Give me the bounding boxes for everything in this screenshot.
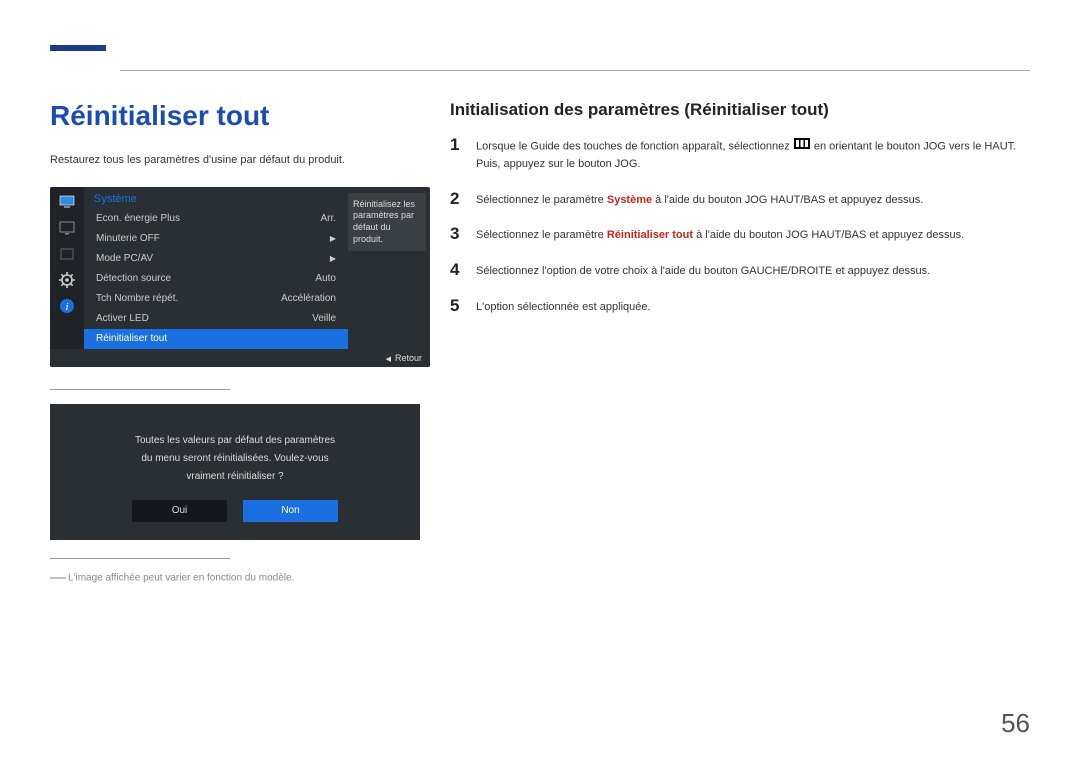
osd-footer: ◀ Retour xyxy=(50,349,430,367)
step-text: L'option sélectionnée est appliquée. xyxy=(476,297,651,317)
step-text-fragment: Sélectionnez le paramètre xyxy=(476,194,607,206)
page-top-rule xyxy=(120,70,1030,71)
osd-row: Minuterie OFF ▶ xyxy=(84,229,348,249)
highlight-systeme: Système xyxy=(607,194,652,206)
dialog-yes-button: Oui xyxy=(132,500,227,522)
osd-menu-screenshot: i Système Econ. énergie Plus Arr. Minuter… xyxy=(50,187,430,367)
step-number: 3 xyxy=(450,225,464,245)
section-divider xyxy=(50,558,230,559)
step-text-fragment: à l'aide du bouton JOG HAUT/BAS et appuy… xyxy=(652,194,923,206)
monitor-icon xyxy=(58,193,76,211)
tv-icon xyxy=(58,219,76,237)
right-column: Initialisation des paramètres (Réinitial… xyxy=(450,100,1030,587)
osd-row-label: Activer LED xyxy=(96,313,149,324)
info-icon: i xyxy=(58,297,76,315)
footnote-text: L'image affichée peut varier en fonction… xyxy=(68,572,294,583)
triangle-left-icon: ◀ xyxy=(386,356,391,363)
osd-row-selected: Réinitialiser tout xyxy=(84,329,348,349)
svg-text:i: i xyxy=(65,301,68,313)
step-text-fragment: Sélectionnez le paramètre xyxy=(476,229,607,241)
section-subtitle: Initialisation des paramètres (Réinitial… xyxy=(450,100,1030,120)
step-5: 5 L'option sélectionnée est appliquée. xyxy=(450,297,1030,317)
step-number: 2 xyxy=(450,190,464,210)
osd-row-label: Tch Nombre répét. xyxy=(96,293,178,304)
step-text-fragment: Lorsque le Guide des touches de fonction… xyxy=(476,141,793,153)
osd-row: Tch Nombre répét. Accélération xyxy=(84,289,348,309)
footnote: ―L'image affichée peut varier en fonctio… xyxy=(50,569,430,587)
step-number: 4 xyxy=(450,261,464,281)
chevron-right-icon: ▶ xyxy=(330,254,336,263)
steps-list: 1 Lorsque le Guide des touches de foncti… xyxy=(450,136,1030,316)
step-text: Sélectionnez l'option de votre choix à l… xyxy=(476,261,930,281)
blank-icon xyxy=(58,245,76,263)
osd-row: Détection source Auto xyxy=(84,269,348,289)
confirmation-dialog-screenshot: Toutes les valeurs par défaut des paramè… xyxy=(50,404,420,540)
osd-menu-header: Système xyxy=(84,187,348,209)
step-1: 1 Lorsque le Guide des touches de foncti… xyxy=(450,136,1030,174)
step-number: 5 xyxy=(450,297,464,317)
osd-row-label: Réinitialiser tout xyxy=(96,333,167,344)
step-4: 4 Sélectionnez l'option de votre choix à… xyxy=(450,261,1030,281)
osd-tooltip: Réinitialisez les paramètres par défaut … xyxy=(348,193,426,252)
dialog-message: Toutes les valeurs par défaut des paramè… xyxy=(60,432,410,486)
osd-row: Econ. énergie Plus Arr. xyxy=(84,209,348,229)
left-column: Réinitialiser tout Restaurez tous les pa… xyxy=(50,100,430,587)
page-number: 56 xyxy=(1001,708,1030,739)
osd-row-value: Veille xyxy=(312,313,336,324)
menu-icon xyxy=(794,138,810,156)
osd-row-label: Détection source xyxy=(96,273,171,284)
step-text: Sélectionnez le paramètre Système à l'ai… xyxy=(476,190,923,210)
highlight-reinitialiser: Réinitialiser tout xyxy=(607,229,693,241)
osd-row-value: Auto xyxy=(315,273,336,284)
step-2: 2 Sélectionnez le paramètre Système à l'… xyxy=(450,190,1030,210)
osd-row-label: Econ. énergie Plus xyxy=(96,213,180,224)
osd-sidebar: i xyxy=(50,187,84,349)
osd-row-value: Accélération xyxy=(281,293,336,304)
osd-row-label: Mode PC/AV xyxy=(96,253,153,264)
osd-row: Mode PC/AV ▶ xyxy=(84,249,348,269)
page-accent-bar xyxy=(50,45,106,51)
dialog-no-button: Non xyxy=(243,500,338,522)
step-3: 3 Sélectionnez le paramètre Réinitialise… xyxy=(450,225,1030,245)
step-text-fragment: à l'aide du bouton JOG HAUT/BAS et appuy… xyxy=(693,229,964,241)
step-text: Sélectionnez le paramètre Réinitialiser … xyxy=(476,225,964,245)
osd-return-label: Retour xyxy=(395,353,422,363)
step-number: 1 xyxy=(450,136,464,174)
chevron-right-icon: ▶ xyxy=(330,234,336,243)
osd-row-label: Minuterie OFF xyxy=(96,233,160,244)
intro-text: Restaurez tous les paramètres d'usine pa… xyxy=(50,152,430,169)
gear-icon xyxy=(58,271,76,289)
osd-row-value: Arr. xyxy=(320,213,336,224)
step-text: Lorsque le Guide des touches de fonction… xyxy=(476,136,1030,174)
osd-row: Activer LED Veille xyxy=(84,309,348,329)
page-title: Réinitialiser tout xyxy=(50,100,430,132)
section-divider xyxy=(50,389,230,390)
